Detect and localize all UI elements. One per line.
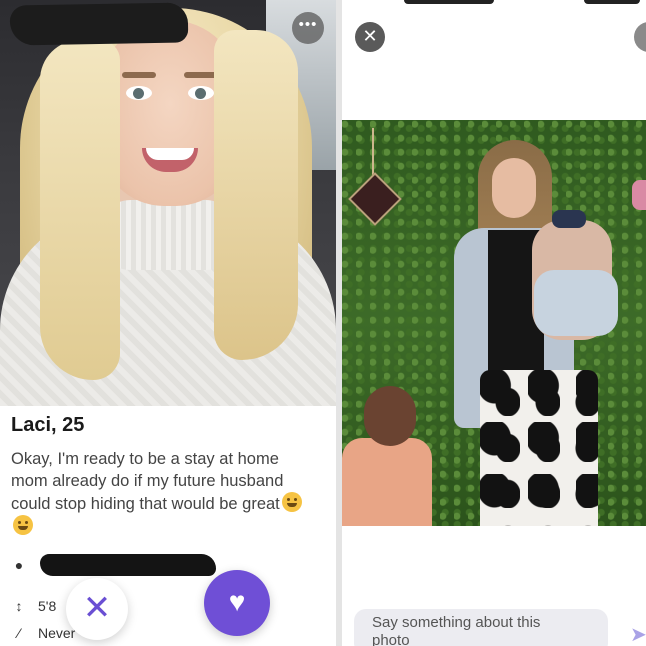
brow	[184, 72, 218, 78]
cow-print-skirt	[480, 370, 598, 526]
height-value: 5'8	[38, 598, 57, 614]
profile-bio-text: Okay, I'm ready to be a stay at home mom…	[11, 450, 284, 513]
woman-face	[492, 158, 536, 218]
profile-card: ••• Laci, 25 Okay, I'm ready to be a sta…	[0, 0, 336, 646]
close-icon: ✕	[362, 26, 378, 46]
cut-off-header-text	[404, 0, 494, 4]
child-shirt	[342, 438, 432, 526]
baby-headband-bow	[552, 210, 586, 228]
profile-name: Laci, 25	[11, 414, 85, 436]
baby-dress	[534, 270, 618, 336]
redaction-mark	[40, 554, 216, 576]
partial-button[interactable]	[634, 22, 646, 52]
post-photo[interactable]	[342, 120, 646, 526]
close-x-icon: ✕	[82, 589, 112, 627]
eye	[188, 86, 214, 100]
eye	[126, 86, 152, 100]
comment-placeholder: Say something about this photo	[372, 614, 541, 646]
profile-photo[interactable]: •••	[0, 0, 336, 406]
drinking-value: Never	[38, 625, 76, 641]
send-icon[interactable]: ➤	[630, 622, 646, 646]
hair-strand	[214, 30, 298, 360]
cut-off-header-text	[584, 0, 640, 4]
teeth	[146, 148, 194, 160]
photo-detail-view: ✕ Say something about this photo ➤	[342, 0, 646, 646]
location-pin-icon: ●	[14, 557, 24, 573]
hanging-planter	[348, 172, 402, 226]
height-row: ↕ 5'8	[10, 597, 57, 615]
cocktail-icon: ⁄	[17, 625, 21, 641]
profile-bio: Okay, I'm ready to be a stay at home mom…	[11, 448, 317, 538]
grimacing-face-icon	[281, 492, 302, 512]
height-icon: ↕	[15, 598, 23, 614]
redaction-mark	[9, 2, 189, 46]
grinning-face-icon	[13, 515, 33, 535]
more-options-button[interactable]: •••	[292, 12, 324, 44]
pass-button[interactable]: ✕	[66, 578, 128, 640]
close-button[interactable]: ✕	[355, 22, 385, 52]
child-head	[364, 386, 416, 446]
like-button[interactable]: ♥	[204, 570, 270, 636]
heart-icon: ♥	[228, 586, 246, 617]
ellipsis-icon: •••	[298, 16, 318, 33]
drinking-row: ⁄ Never	[10, 624, 76, 642]
flower	[632, 180, 646, 210]
brow	[122, 72, 156, 78]
hair-strand	[40, 40, 120, 380]
location-row: ●	[10, 556, 38, 574]
